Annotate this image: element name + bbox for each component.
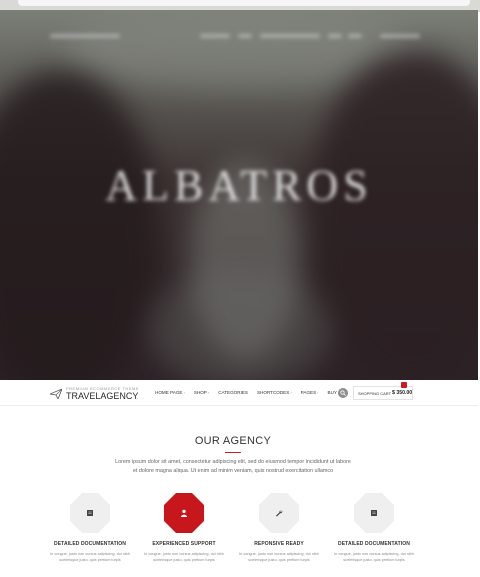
- feature-icon-badge[interactable]: [259, 493, 299, 533]
- feature-title: DETAILED DOCUMENTATION: [54, 541, 126, 547]
- cart-price: $ 350.00: [392, 390, 413, 396]
- hero-banner: ALBATROS: [0, 10, 478, 382]
- nav-item-home-page[interactable]: HOME PAGE›: [155, 390, 185, 395]
- nav-item-shortcodes[interactable]: SHORTCODES›: [257, 390, 292, 395]
- feature-text: In congue, justo non cursus adipiscing, …: [239, 552, 319, 562]
- feature-text: In congue, justo non cursus adipiscing, …: [50, 552, 130, 562]
- search-button[interactable]: [338, 388, 348, 398]
- book-icon: [371, 510, 377, 516]
- section-title: OUR AGENCY: [194, 435, 272, 447]
- title-divider: [225, 452, 241, 453]
- chevron-down-icon: ›: [317, 390, 319, 395]
- shopping-cart-button[interactable]: SHOPPING CART $ 350.00: [353, 386, 413, 400]
- chevron-down-icon: ›: [207, 390, 210, 395]
- hero-title: ALBATROS: [105, 161, 373, 210]
- nav-item-buy[interactable]: BUY: [328, 390, 337, 395]
- hero-bg-shape: [0, 70, 160, 382]
- nav-item-shop[interactable]: SHOP›: [194, 390, 209, 395]
- features-row: DETAILED DOCUMENTATION In congue, justo …: [42, 493, 432, 577]
- paper-plane-icon: [50, 389, 62, 399]
- chevron-down-icon: ›: [183, 390, 185, 395]
- section-intro: Lorem ipsum dolor sit amet, consectetur …: [115, 459, 351, 474]
- nav-item-categories[interactable]: CATEGORIES: [218, 390, 248, 395]
- feature-text: In congue, justo non cursus adipiscing, …: [144, 552, 224, 562]
- browser-bar: [18, 0, 470, 6]
- chevron-down-icon: ›: [290, 390, 292, 395]
- feature-icon-badge[interactable]: [70, 493, 110, 533]
- hero-bg-shape: [150, 270, 330, 382]
- main-navbar: PREMIUM ECOMMERCE THEME TRAVELAGENCY HOM…: [0, 380, 478, 406]
- feature-text: In congue, justo non cursus adipiscing, …: [334, 552, 414, 562]
- support-icon: [181, 509, 187, 517]
- page: ALBATROS PREMIUM ECOMMERCE THEME TRAVELA…: [0, 0, 480, 577]
- feature-icon-badge[interactable]: [164, 493, 204, 533]
- hero-bg-shape: [308, 50, 478, 382]
- cart-label: SHOPPING CART: [358, 391, 392, 396]
- search-icon: [340, 390, 346, 396]
- book-icon: [87, 510, 93, 516]
- hero-blurred-nav: [50, 30, 430, 46]
- wrench-icon: [276, 510, 283, 517]
- feature-title: REPONSIVE READY: [254, 541, 304, 547]
- nav-menu: HOME PAGE› SHOP› CATEGORIES SHORTCODES› …: [155, 390, 346, 395]
- logo-text: TRAVELAGENCY: [66, 391, 139, 401]
- feature-icon-badge[interactable]: [354, 493, 394, 533]
- feature-title: DETAILED DOCUMENTATION: [338, 541, 410, 547]
- shopping-bag-icon[interactable]: [401, 382, 407, 388]
- feature-title: EXPERIENCED SUPPORT: [152, 541, 216, 547]
- nav-item-pages[interactable]: PAGES›: [301, 390, 319, 395]
